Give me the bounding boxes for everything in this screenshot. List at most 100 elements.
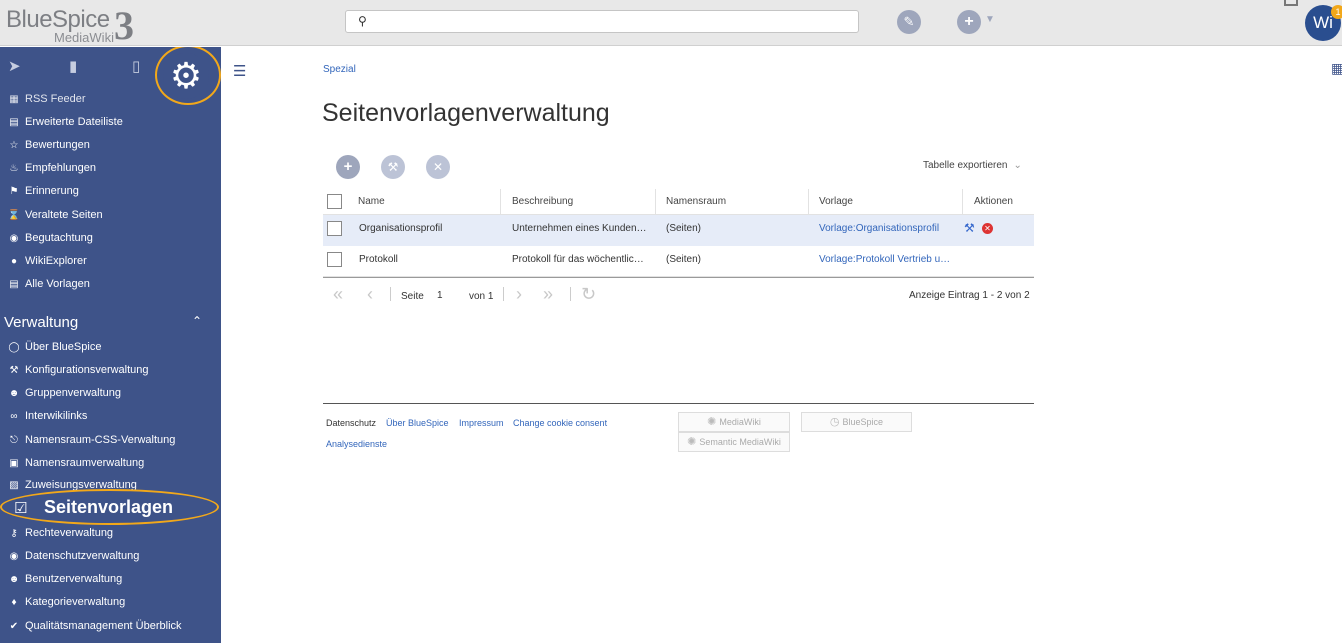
row-checkbox[interactable] [327, 221, 342, 236]
bluespice-logo[interactable]: BlueSpice 3 MediaWiki [6, 3, 146, 48]
chevron-up-icon[interactable]: ⌃ [192, 314, 202, 328]
column-header-template[interactable]: Vorlage [819, 196, 853, 207]
sidebar-item-all-templates[interactable]: ▤ Alle Vorlagen [7, 278, 90, 290]
tag-icon: ♦ [11, 597, 17, 608]
hourglass-icon: ⌛ [7, 210, 21, 221]
search-box[interactable]: ⚲ [345, 10, 859, 33]
sidebar-item-wikiexplorer[interactable]: ● WikiExplorer [7, 255, 87, 267]
sidebar-item-about[interactable]: ◯ Über BlueSpice [7, 341, 101, 353]
footer-link-imprint[interactable]: Impressum [459, 418, 504, 428]
caret-down-icon[interactable]: ▼ [985, 14, 995, 25]
semantic-mediawiki-badge[interactable]: ✺ Semantic MediaWiki [678, 432, 790, 452]
tray-icon[interactable] [1284, 0, 1298, 6]
sidebar-item-label: Namensraumverwaltung [25, 457, 145, 469]
breadcrumb[interactable]: Spezial [323, 64, 356, 75]
column-header-name[interactable]: Name [358, 196, 385, 207]
new-content-button[interactable]: + [957, 10, 981, 34]
wrench-icon: ⚒ [9, 365, 19, 376]
drive-icon: ▣ [9, 458, 19, 469]
sidebar-item-namespaces[interactable]: ▣ Namensraumverwaltung [7, 457, 144, 469]
top-bar: BlueSpice 3 MediaWiki ⚲ ✎ + ▼ Wi 1 [0, 0, 1342, 48]
column-header-namespace[interactable]: Namensraum [666, 196, 726, 207]
sidebar-item-privacy[interactable]: ◉ Datenschutzverwaltung [7, 550, 140, 562]
section-title-verwaltung[interactable]: Verwaltung [4, 314, 78, 331]
column-divider[interactable] [808, 189, 809, 215]
last-page-icon[interactable]: » [543, 284, 553, 305]
sidebar-item-namespace-css[interactable]: ⎋ Namensraum-CSS-Verwaltung [7, 434, 175, 446]
sidebar-item-qm-overview[interactable]: ✔ Qualitätsmanagement Überblick [7, 620, 182, 632]
first-page-icon[interactable]: « [333, 284, 343, 305]
plus-icon: + [964, 13, 974, 30]
sidebar-item-label: Erinnerung [25, 185, 79, 197]
sidebar-item-expired[interactable]: ⌛ Veraltete Seiten [7, 209, 103, 221]
edit-row-wrench-icon[interactable]: ⚒ [964, 221, 975, 235]
sidebar-item-label: Veraltete Seiten [25, 209, 103, 221]
page-title: Seitenvorlagenverwaltung [322, 99, 610, 127]
sidebar: ➤ ▮ ▯ ⚙ ▦ RSS Feeder ▤ Erweiterte Dateilis… [0, 47, 221, 643]
group-icon: ☻ [8, 388, 20, 399]
footer-link-cookie-consent[interactable]: Change cookie consent [513, 418, 607, 428]
delete-row-icon[interactable]: ✕ [982, 223, 993, 234]
page-number-input[interactable]: 1 [437, 290, 443, 301]
select-all-checkbox[interactable] [327, 194, 342, 209]
bluespice-badge[interactable]: ◷ BlueSpice [801, 412, 912, 432]
refresh-icon[interactable]: ↻ [581, 284, 596, 305]
sidebar-item-groups[interactable]: ☻ Gruppenverwaltung [7, 387, 121, 399]
sidebar-item-categories[interactable]: ♦ Kategorieverwaltung [7, 596, 125, 608]
table-row[interactable]: Organisationsprofil Unternehmen eines Ku… [323, 215, 1034, 246]
sidebar-item-users[interactable]: ☻ Benutzerverwaltung [7, 573, 123, 585]
cell-namespace: (Seiten) [666, 254, 702, 265]
next-page-icon[interactable]: › [516, 284, 522, 305]
sidebar-item-permissions[interactable]: ⚷ Rechteverwaltung [7, 527, 113, 539]
export-label: Tabelle exportieren [923, 160, 1008, 171]
sidebar-item-ratings[interactable]: ☆ Bewertungen [7, 139, 90, 151]
book-icon[interactable]: ▮ [69, 57, 77, 75]
page-label: Seite [401, 291, 424, 302]
sidebar-item-config[interactable]: ⚒ Konfigurationsverwaltung [7, 364, 149, 376]
row-checkbox[interactable] [327, 252, 342, 267]
navigation-arrow-icon[interactable]: ➤ [8, 57, 21, 75]
pager-divider [390, 287, 391, 301]
sidebar-item-label: Über BlueSpice [25, 341, 102, 353]
notification-badge[interactable]: 1 [1331, 5, 1342, 19]
edit-template-button[interactable]: ⚒ [381, 155, 405, 179]
column-divider[interactable] [500, 189, 501, 215]
table-row[interactable]: Protokoll Protokoll für das wöchentlic… … [323, 246, 1034, 277]
sidebar-item-label: Begutachtung [25, 232, 93, 244]
sidebar-item-label: Qualitätsmanagement Überblick [25, 620, 182, 632]
sidebar-item-recommendations[interactable]: ♨ Empfehlungen [7, 162, 96, 174]
footer-link-privacy[interactable]: Datenschutz [326, 418, 376, 428]
link-icon: ∞ [10, 411, 18, 422]
sidebar-item-reminder[interactable]: ⚑ Erinnerung [7, 185, 79, 197]
edit-pencil-button[interactable]: ✎ [897, 10, 921, 34]
sidebar-item-rss[interactable]: ▦ RSS Feeder [7, 93, 85, 105]
rss-icon: ▦ [9, 94, 19, 105]
apps-grid-icon[interactable]: ▦ [1331, 60, 1342, 77]
sidebar-item-pagetemplates[interactable]: ☑ Seitenvorlagen [14, 497, 173, 518]
list-icon: ▤ [9, 117, 19, 128]
sidebar-item-interwiki[interactable]: ∞ Interwikilinks [7, 410, 87, 422]
footer-link-analytics[interactable]: Analysedienste [326, 439, 387, 449]
export-table-button[interactable]: Tabelle exportieren ⌄ [923, 160, 1022, 171]
search-input[interactable] [374, 13, 844, 30]
sidebar-item-filelist[interactable]: ▤ Erweiterte Dateiliste [7, 116, 123, 128]
sidebar-item-label: Namensraum-CSS-Verwaltung [25, 434, 176, 446]
clipboard-icon[interactable]: ▯ [132, 57, 140, 75]
add-template-button[interactable]: + [336, 155, 360, 179]
cell-name: Organisationsprofil [359, 223, 443, 234]
previous-page-icon[interactable]: ‹ [367, 284, 373, 305]
cell-template-link[interactable]: Vorlage:Organisationsprofil [819, 223, 957, 234]
column-divider[interactable] [655, 189, 656, 215]
cell-template-link[interactable]: Vorlage:Protokoll Vertrieb u… [819, 254, 957, 265]
sidebar-item-review[interactable]: ◉ Begutachtung [7, 232, 93, 244]
footer-link-about[interactable]: Über BlueSpice [386, 418, 449, 428]
gear-icon[interactable]: ⚙ [163, 53, 209, 99]
hamburger-menu-icon[interactable]: ☰ [233, 62, 246, 80]
column-header-description[interactable]: Beschreibung [512, 196, 573, 207]
plus-icon: + [343, 158, 353, 175]
delete-template-button[interactable]: ✕ [426, 155, 450, 179]
badge-label: BlueSpice [842, 417, 884, 427]
mediawiki-badge[interactable]: ✺ MediaWiki [678, 412, 790, 432]
sidebar-item-label: Gruppenverwaltung [25, 387, 122, 399]
column-divider[interactable] [962, 189, 963, 215]
